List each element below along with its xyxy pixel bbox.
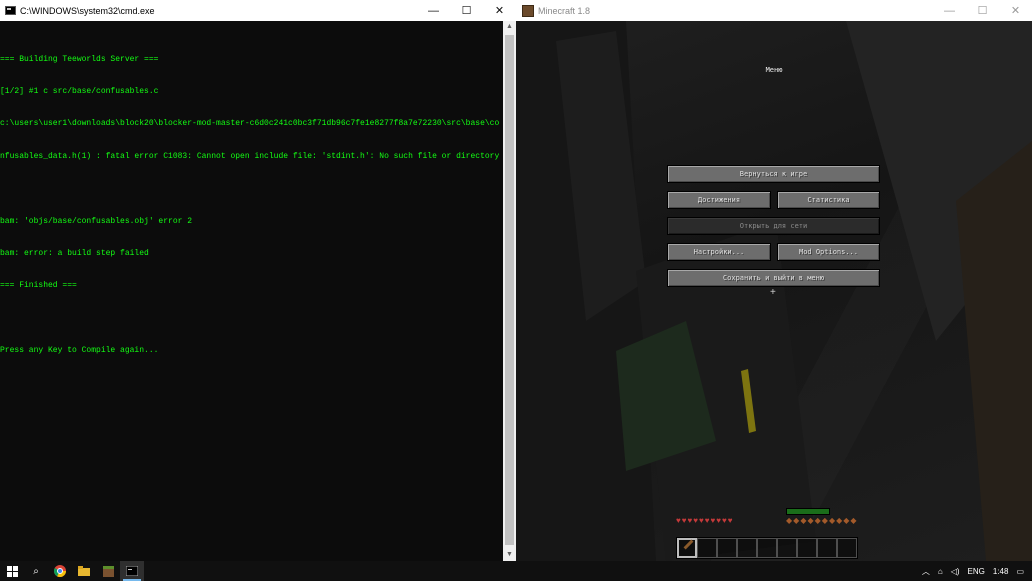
console-line: === Building Teeworlds Server ===: [0, 54, 159, 64]
scroll-up-icon[interactable]: ▲: [503, 21, 516, 33]
close-button[interactable]: ✕: [483, 0, 516, 21]
console-line: bam: error: a build step failed: [0, 248, 149, 258]
maximize-button[interactable]: ☐: [966, 0, 999, 21]
minecraft-window-title: Minecraft 1.8: [538, 5, 591, 16]
taskbar-cmd[interactable]: [120, 561, 144, 581]
volume-icon[interactable]: ◁): [951, 567, 960, 576]
menu-title: Меню: [765, 66, 783, 74]
input-language[interactable]: ENG: [968, 567, 985, 576]
mod-options-button[interactable]: Mod Options...: [777, 243, 880, 261]
maximize-button[interactable]: ☐: [450, 0, 483, 21]
console-line: === Finished ===: [0, 281, 77, 291]
statistics-button[interactable]: Статистика: [777, 191, 880, 209]
cmd-icon: [5, 6, 16, 15]
drumstick-icon: ◆: [843, 516, 850, 525]
crosshair-icon: +: [770, 287, 776, 298]
taskbar-file-explorer[interactable]: [72, 561, 96, 581]
game-viewport[interactable]: Меню Вернуться к игре Достижения Статист…: [516, 21, 1032, 561]
drumstick-icon: ◆: [836, 516, 843, 525]
console-icon: [126, 566, 138, 576]
hunger-bar: ◆ ◆ ◆ ◆ ◆ ◆ ◆ ◆ ◆ ◆: [786, 517, 857, 525]
vertical-scrollbar[interactable]: ▲ ▼: [503, 21, 516, 561]
save-and-quit-button[interactable]: Сохранить и выйти в меню: [667, 269, 880, 287]
drumstick-icon: ◆: [793, 516, 800, 525]
scroll-down-icon[interactable]: ▼: [503, 549, 516, 561]
hotbar-slot[interactable]: [817, 538, 837, 558]
console-line: bam: 'objs/base/confusables.obj' error 2: [0, 216, 193, 226]
drumstick-icon: ◆: [814, 516, 821, 525]
console-output[interactable]: === Building Teeworlds Server === [1/2] …: [0, 21, 503, 561]
heart-icon: ♥: [704, 516, 710, 525]
drumstick-icon: ◆: [850, 516, 857, 525]
hotbar-slot[interactable]: [717, 538, 737, 558]
minecraft-titlebar[interactable]: Minecraft 1.8 — ☐ ✕: [516, 0, 1032, 21]
notifications-icon[interactable]: ▭: [1016, 567, 1024, 576]
folder-icon: [78, 566, 90, 576]
taskbar-minecraft[interactable]: [96, 561, 120, 581]
clock[interactable]: 1:48: [993, 567, 1009, 576]
network-icon[interactable]: ⌂: [938, 567, 943, 576]
hotbar-slot[interactable]: [777, 538, 797, 558]
console-line: [1/2] #1 c src/base/confusables.c: [0, 86, 159, 96]
hotbar-slot[interactable]: [837, 538, 857, 558]
pickaxe-icon: [683, 539, 694, 550]
windows-logo-icon: [6, 565, 18, 577]
open-to-lan-button[interactable]: Открыть для сети: [667, 217, 880, 235]
drumstick-icon: ◆: [821, 516, 828, 525]
heart-icon: ♥: [727, 516, 733, 525]
console-line: Press any Key to Compile again...: [0, 346, 159, 356]
heart-icon: ♥: [693, 516, 698, 525]
drumstick-icon: ◆: [807, 516, 814, 525]
minimize-button[interactable]: —: [933, 0, 966, 21]
cmd-titlebar[interactable]: C:\WINDOWS\system32\cmd.exe — ☐ ✕: [0, 0, 516, 21]
heart-icon: ♥: [676, 516, 681, 525]
taskbar-chrome[interactable]: [48, 561, 72, 581]
taskbar: ⌕ ︿ ⌂ ◁) ENG 1:48 ▭: [0, 561, 1032, 581]
heart-icon: ♥: [681, 516, 687, 525]
hotbar-slot[interactable]: [677, 538, 697, 558]
hotbar[interactable]: [676, 537, 858, 559]
heart-icon: ♥: [722, 516, 727, 525]
heart-icon: ♥: [710, 516, 716, 525]
system-tray: ︿ ⌂ ◁) ENG 1:48 ▭: [922, 566, 1032, 577]
search-button[interactable]: ⌕: [24, 561, 48, 581]
console-line: c:\users\user1\downloads\block20\blocker…: [0, 119, 500, 129]
hotbar-slot[interactable]: [757, 538, 777, 558]
close-button[interactable]: ✕: [999, 0, 1032, 21]
minecraft-block-icon: [102, 565, 114, 577]
console-line: nfusables_data.h(1) : fatal error C1083:…: [0, 151, 500, 161]
minecraft-icon: [522, 4, 534, 17]
chrome-icon: [54, 565, 66, 577]
options-button[interactable]: Настройки...: [667, 243, 771, 261]
cmd-window[interactable]: C:\WINDOWS\system32\cmd.exe — ☐ ✕ === Bu…: [0, 0, 517, 561]
health-bar: ♥ ♥ ♥ ♥ ♥ ♥ ♥ ♥ ♥ ♥: [676, 517, 733, 525]
back-to-game-button[interactable]: Вернуться к игре: [667, 165, 880, 183]
heart-icon: ♥: [687, 516, 693, 525]
start-button[interactable]: [0, 561, 24, 581]
hotbar-slot[interactable]: [797, 538, 817, 558]
minimize-button[interactable]: —: [417, 0, 450, 21]
hotbar-slot[interactable]: [737, 538, 757, 558]
search-icon: ⌕: [33, 565, 39, 577]
heart-icon: ♥: [716, 516, 721, 525]
drumstick-icon: ◆: [828, 516, 836, 525]
achievements-button[interactable]: Достижения: [667, 191, 771, 209]
scrollbar-thumb[interactable]: [505, 35, 514, 545]
heart-icon: ♥: [699, 516, 704, 525]
show-hidden-icons-icon[interactable]: ︿: [922, 566, 930, 577]
minecraft-window[interactable]: Minecraft 1.8 — ☐ ✕ Меню Вернуться к игр…: [516, 0, 1032, 561]
drumstick-icon: ◆: [800, 516, 807, 525]
drumstick-icon: ◆: [786, 516, 793, 525]
experience-bar: [786, 508, 830, 515]
cmd-window-title: C:\WINDOWS\system32\cmd.exe: [20, 5, 155, 16]
hotbar-slot[interactable]: [697, 538, 717, 558]
